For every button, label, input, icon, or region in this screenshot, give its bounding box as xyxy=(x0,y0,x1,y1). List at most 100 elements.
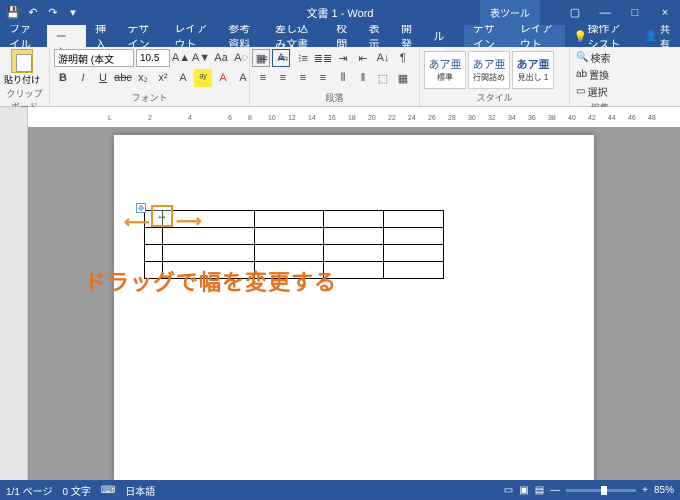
window-controls: ▢ — □ × xyxy=(560,0,680,25)
align-center-button[interactable]: ≡ xyxy=(274,69,292,87)
quick-access-toolbar: 💾 ↶ ↷ ▾ xyxy=(0,6,80,20)
justify-button[interactable]: ≡ xyxy=(314,69,332,87)
tab-view[interactable]: 表示 xyxy=(360,25,392,47)
tab-file[interactable]: ファイル xyxy=(0,25,47,47)
ruler-horizontal[interactable]: L246810121416182022242628303234363840424… xyxy=(0,107,680,127)
share-button[interactable]: 👤 共有 xyxy=(635,25,680,47)
group-clipboard: 貼り付け クリップボード xyxy=(0,47,50,106)
font-name-select[interactable] xyxy=(54,49,134,67)
qat-more-icon[interactable]: ▾ xyxy=(66,6,80,20)
tab-table-design[interactable]: デザイン xyxy=(464,25,511,47)
column-resize-handle[interactable]: ↔ xyxy=(151,205,173,227)
group-font: A▲ A▼ Aa A◌ ▦ A B I U abc x₂ x² A ᵃʸ A A… xyxy=(50,47,250,106)
tab-references[interactable]: 参考資料 xyxy=(219,25,266,47)
find-button[interactable]: 🔍検索 xyxy=(574,49,612,66)
ltr-button[interactable]: ⇤ xyxy=(354,49,372,67)
ribbon-options-icon[interactable]: ▢ xyxy=(560,0,590,25)
redo-icon[interactable]: ↷ xyxy=(46,6,60,20)
view-read-icon[interactable]: ▭ xyxy=(504,485,513,496)
numbering-button[interactable]: ≕ xyxy=(274,49,292,67)
bullets-button[interactable]: ≔ xyxy=(254,49,272,67)
clear-format-button[interactable]: A◌ xyxy=(232,49,250,67)
font-size-select[interactable] xyxy=(136,49,170,67)
styles-group-label: スタイル xyxy=(424,90,565,104)
paragraph-group-label: 段落 xyxy=(254,90,415,104)
document-area[interactable]: ✥ ⟵ ↔ ⟶ ドラッグで幅を変更する xyxy=(28,127,680,480)
decrease-indent-button[interactable]: ≣≣ xyxy=(314,49,332,67)
underline-button[interactable]: U xyxy=(94,69,112,87)
arrow-right-icon: ⟶ xyxy=(176,211,202,232)
share-label: 共有 xyxy=(660,21,670,51)
font-group-label: フォント xyxy=(54,90,245,104)
status-words[interactable]: 0 文字 xyxy=(62,483,90,498)
tab-help[interactable]: ヘルプ xyxy=(424,25,464,47)
minimize-button[interactable]: — xyxy=(590,0,620,25)
view-print-icon[interactable]: ▣ xyxy=(519,485,528,496)
close-button[interactable]: × xyxy=(650,0,680,25)
replace-button[interactable]: ab置換 xyxy=(574,66,612,83)
tab-review[interactable]: 校閲 xyxy=(327,25,359,47)
zoom-level[interactable]: 85% xyxy=(654,485,674,496)
zoom-minus-icon[interactable]: — xyxy=(550,485,560,496)
zoom-plus-icon[interactable]: + xyxy=(642,485,648,496)
style-heading1[interactable]: あア亜 見出し 1 xyxy=(512,51,554,89)
status-language[interactable]: 日本語 xyxy=(125,483,155,498)
status-page[interactable]: 1/1 ページ xyxy=(6,483,52,498)
select-button[interactable]: ▭選択 xyxy=(574,83,612,100)
multilevel-button[interactable]: ⁝≡ xyxy=(294,49,312,67)
style-preview: あア亜 xyxy=(429,56,462,72)
subscript-button[interactable]: x₂ xyxy=(134,69,152,87)
find-label: 検索 xyxy=(590,50,610,65)
grow-font-button[interactable]: A▲ xyxy=(172,49,190,67)
italic-button[interactable]: I xyxy=(74,69,92,87)
tab-table-layout[interactable]: レイアウト xyxy=(511,25,565,47)
document-title: 文書 1 - Word xyxy=(306,5,373,21)
tab-design[interactable]: デザイン xyxy=(119,25,166,47)
resize-icon: ↔ xyxy=(157,210,168,222)
style-name: 行間詰め xyxy=(473,72,505,83)
annotation-text: ドラッグで幅を変更する xyxy=(84,265,337,297)
group-styles: あア亜 標準 あア亜 行間詰め あア亜 見出し 1 スタイル xyxy=(420,47,570,106)
undo-icon[interactable]: ↶ xyxy=(26,6,40,20)
line-spacing-button[interactable]: ⫴ xyxy=(334,69,352,87)
sort-button[interactable]: A↓ xyxy=(374,49,392,67)
strike-button[interactable]: abc xyxy=(114,69,132,87)
distributed-button[interactable]: ‖ xyxy=(354,69,372,87)
ribbon: 貼り付け クリップボード A▲ A▼ Aa A◌ ▦ A B I U abc x… xyxy=(0,47,680,107)
change-case-button[interactable]: Aa xyxy=(212,49,230,67)
tab-developer[interactable]: 開発 xyxy=(392,25,424,47)
view-web-icon[interactable]: ▤ xyxy=(535,485,544,496)
shading-button[interactable]: ⬚ xyxy=(374,69,392,87)
arrow-left-icon: ⟵ xyxy=(124,212,150,233)
save-icon[interactable]: 💾 xyxy=(6,6,20,20)
group-paragraph: ≔ ≕ ⁝≡ ≣≣ ⇥ ⇤ A↓ ¶ ≡ ≡ ≡ ≡ ⫴ ‖ ⬚ ▦ 段落 xyxy=(250,47,420,106)
bold-button[interactable]: B xyxy=(54,69,72,87)
tab-layout[interactable]: レイアウト xyxy=(165,25,219,47)
zoom-slider[interactable] xyxy=(566,489,636,492)
borders-button[interactable]: ▦ xyxy=(394,69,412,87)
align-left-button[interactable]: ≡ xyxy=(254,69,272,87)
context-tab-table-tools: 表ツール xyxy=(480,0,540,25)
font-color-button[interactable]: A xyxy=(214,69,232,87)
ruler-vertical[interactable] xyxy=(0,127,28,480)
table-row[interactable] xyxy=(145,245,444,262)
superscript-button[interactable]: x² xyxy=(154,69,172,87)
tell-me[interactable]: 💡 操作アシスト xyxy=(565,25,635,47)
page[interactable]: ✥ ⟵ ↔ ⟶ ドラッグで幅を変更する xyxy=(114,135,594,480)
maximize-button[interactable]: □ xyxy=(620,0,650,25)
shrink-font-button[interactable]: A▼ xyxy=(192,49,210,67)
style-preview: あア亜 xyxy=(473,56,506,72)
show-marks-button[interactable]: ¶ xyxy=(394,49,412,67)
highlight-button[interactable]: ᵃʸ xyxy=(194,69,212,87)
increase-indent-button[interactable]: ⇥ xyxy=(334,49,352,67)
style-normal[interactable]: あア亜 標準 xyxy=(424,51,466,89)
text-effects-button[interactable]: A xyxy=(174,69,192,87)
style-no-spacing[interactable]: あア亜 行間詰め xyxy=(468,51,510,89)
tab-mailings[interactable]: 差し込み文書 xyxy=(266,25,327,47)
tab-insert[interactable]: 挿入 xyxy=(86,25,118,47)
paste-button[interactable]: 貼り付け xyxy=(4,49,40,86)
align-right-button[interactable]: ≡ xyxy=(294,69,312,87)
status-ime-icon[interactable]: ⌨ xyxy=(101,485,115,496)
tab-home[interactable]: ホーム xyxy=(47,25,86,47)
select-label: 選択 xyxy=(587,84,607,99)
